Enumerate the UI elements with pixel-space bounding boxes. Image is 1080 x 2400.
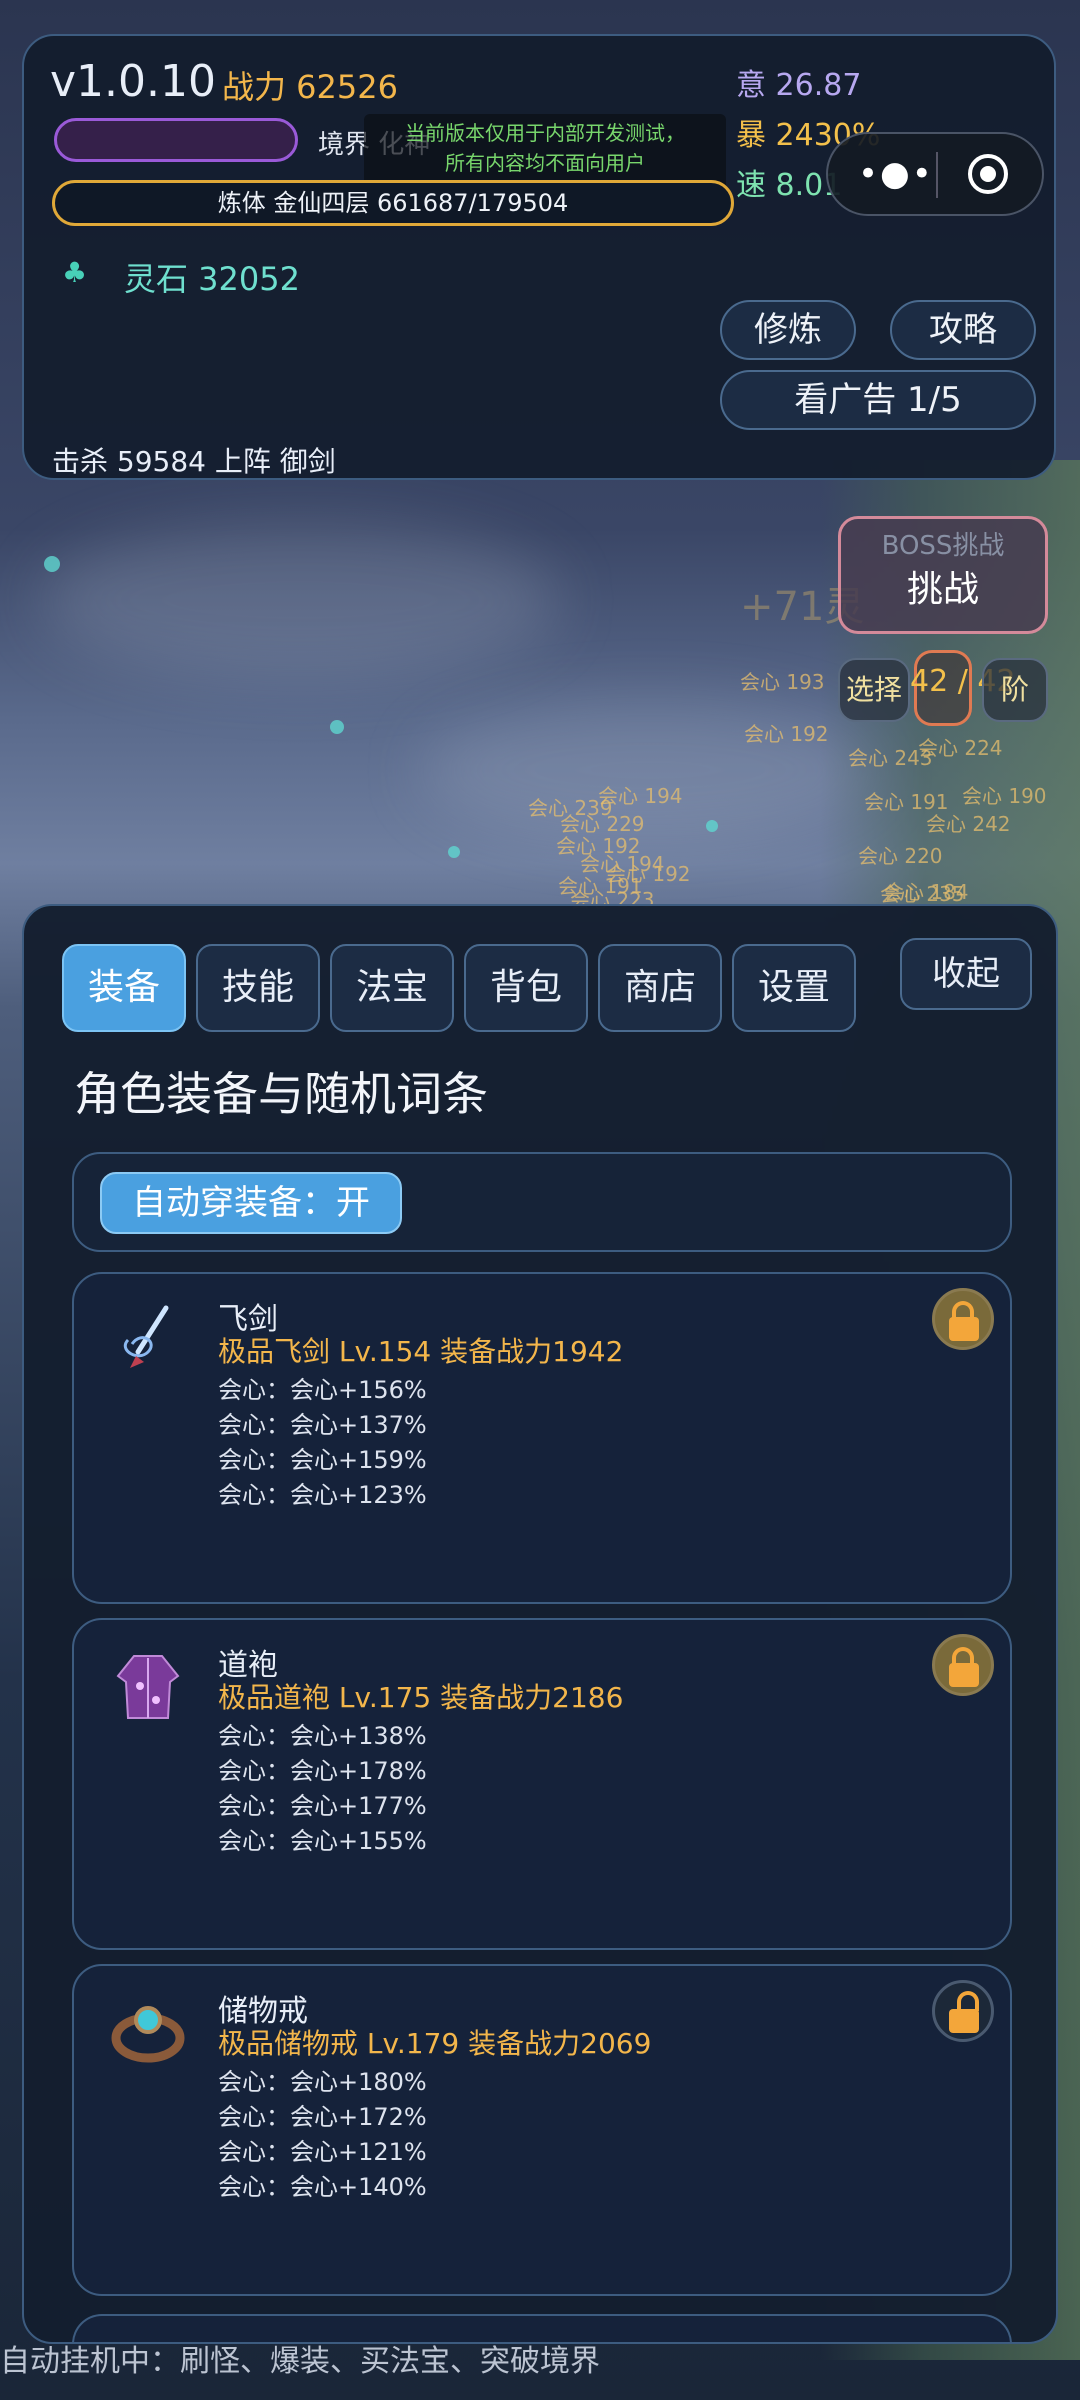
version-label: v1.0.10 [50, 56, 216, 107]
affix-line: 会心：会心+140% [218, 2173, 427, 2201]
collapse-button[interactable]: 收起 [900, 938, 1032, 1010]
status-panel: v1.0.10 战力 62526 意 26.87 暴 2430% 速 8.01 … [22, 34, 1056, 480]
equipment-panel: 装备 技能 法宝 背包 商店 设置 收起 角色装备与随机词条 自动穿装备：开 飞… [22, 904, 1058, 2344]
affix-line: 会心：会心+138% [218, 1722, 427, 1750]
stage-suffix-button[interactable]: 阶 [982, 658, 1048, 722]
flying-sword-icon [124, 1305, 169, 1368]
robe-icon [116, 1655, 180, 1719]
stage-select-button[interactable]: 选择 [838, 658, 910, 722]
stat-intent: 意 26.87 [736, 68, 862, 103]
dev-notice-line: 当前版本仅用于内部开发测试， [405, 121, 685, 145]
damage-number: 会心 193 [740, 670, 825, 694]
tab-settings[interactable]: 设置 [732, 944, 856, 1032]
miniprogram-capsule: •●• [826, 132, 1044, 216]
affix-line: 会心：会心+180% [218, 2068, 427, 2096]
cloud-decoration [40, 520, 560, 680]
dev-notice-line: 所有内容均不面向用户 [445, 151, 645, 175]
particle-dot [330, 720, 344, 734]
affix-line: 会心：会心+177% [218, 1792, 427, 1820]
affix-line: 会心：会心+156% [218, 1376, 427, 1404]
ring-icon [111, 2006, 185, 2063]
damage-number: 会心 184 [884, 880, 969, 904]
section-title: 角色装备与随机词条 [74, 1067, 488, 1121]
equipment-card: 飞剑 极品飞剑 Lv.154 装备战力1942 会心：会心+156% 会心：会心… [72, 1272, 1012, 1604]
auto-equip-toggle[interactable]: 自动穿装备：开 [100, 1172, 402, 1234]
tab-treasures[interactable]: 法宝 [330, 944, 454, 1032]
challenge-label: 挑战 [906, 569, 979, 610]
affix-line: 会心：会心+178% [218, 1757, 427, 1785]
damage-number: 会心 224 [918, 736, 1003, 760]
particle-dot [448, 846, 460, 858]
damage-number: 会心 192 [744, 722, 829, 746]
boss-challenge-button[interactable]: BOSS挑战 挑战 [838, 516, 1048, 634]
damage-number: 会心 194 [598, 784, 683, 808]
equipment-meta: 极品道袍 Lv.175 装备战力2186 [218, 1681, 624, 1714]
affix-line: 会心：会心+172% [218, 2103, 427, 2131]
kill-info: 击杀 59584 上阵 御剑 [52, 445, 336, 478]
spirit-stone-icon: ♣ [62, 256, 88, 289]
affix-line: 会心：会心+123% [218, 1481, 427, 1509]
affix-line: 会心：会心+121% [218, 2138, 427, 2166]
equipment-card: 储物戒 极品储物戒 Lv.179 装备战力2069 会心：会心+180% 会心：… [72, 1964, 1012, 2296]
auto-idle-status: 自动挂机中：刷怪、爆装、买法宝、突破境界 [0, 2344, 600, 2379]
watch-ad-button[interactable]: 看广告 1/5 [720, 370, 1036, 430]
equipment-card: 道袍 极品道袍 Lv.175 装备战力2186 会心：会心+138% 会心：会心… [72, 1618, 1012, 1950]
body-refining-bar: 炼体 金仙四层 661687/179504 [52, 180, 734, 226]
damage-number: 会心 190 [962, 784, 1047, 808]
close-target-icon[interactable] [968, 154, 1008, 194]
more-icon[interactable]: •●• [858, 154, 934, 194]
realm-progress-bar [54, 118, 298, 162]
lock-icon[interactable] [932, 1288, 994, 1350]
dev-notice: 当前版本仅用于内部开发测试， 所有内容均不面向用户 [364, 114, 726, 190]
guide-button[interactable]: 攻略 [890, 300, 1036, 360]
capsule-divider [936, 152, 938, 198]
auto-equip-row: 自动穿装备：开 [72, 1152, 1012, 1252]
damage-number: 会心 220 [858, 844, 943, 868]
unlock-icon[interactable] [932, 1980, 994, 2042]
boss-challenge-label: BOSS挑战 [881, 531, 1005, 561]
tab-equipment[interactable]: 装备 [62, 944, 186, 1032]
tab-bag[interactable]: 背包 [464, 944, 588, 1032]
cultivate-button[interactable]: 修炼 [720, 300, 856, 360]
tab-shop[interactable]: 商店 [598, 944, 722, 1032]
equipment-meta: 极品储物戒 Lv.179 装备战力2069 [218, 2027, 652, 2060]
affix-line: 会心：会心+155% [218, 1827, 427, 1855]
affix-line: 会心：会心+137% [218, 1411, 427, 1439]
combat-power: 战力 62526 [222, 68, 398, 106]
spirit-stone-count: 灵石 32052 [124, 260, 300, 298]
particle-dot [44, 556, 60, 572]
lock-icon[interactable] [932, 1634, 994, 1696]
affix-line: 会心：会心+159% [218, 1446, 427, 1474]
equipment-meta: 极品飞剑 Lv.154 装备战力1942 [218, 1335, 624, 1368]
particle-dot [706, 820, 718, 832]
tab-skills[interactable]: 技能 [196, 944, 320, 1032]
damage-number: 会心 242 [926, 812, 1011, 836]
